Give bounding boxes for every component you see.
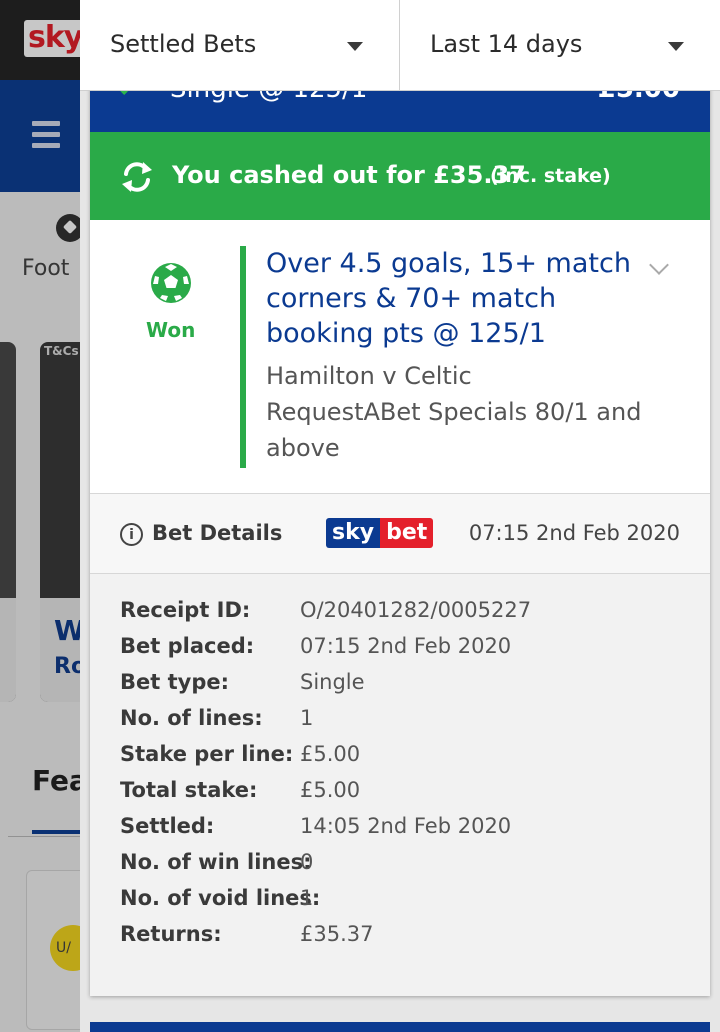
date-range-dropdown[interactable]: Last 14 days	[400, 0, 720, 90]
won-indicator-bar	[240, 246, 246, 468]
info-icon: i	[120, 523, 143, 546]
bet-status-dropdown[interactable]: Settled Bets	[80, 0, 400, 90]
cashout-note: (inc. stake)	[490, 165, 611, 187]
cashout-message: You cashed out for £35.37	[172, 161, 526, 189]
bet-filters: Settled Bets Last 14 days	[80, 0, 720, 91]
bet-status-label: Won	[146, 318, 196, 342]
skybet-logo: sky bet	[326, 518, 434, 548]
next-bet-card[interactable]	[90, 1022, 710, 1032]
my-bets-panel: Settled Bets Last 14 days Single @ 125/1…	[80, 0, 720, 1032]
selection-subtitle: Hamilton v Celtic RequestABet Specials 8…	[266, 358, 666, 466]
receipt-details: Receipt ID: O/20401282/0005227 Bet placed…	[90, 574, 710, 996]
bet-details-bar[interactable]: i Bet Details sky bet 07:15 2nd Feb 2020	[90, 494, 710, 574]
caret-down-icon	[347, 42, 363, 51]
selection-details[interactable]: Won Over 4.5 goals, 15+ match corners & …	[90, 220, 710, 494]
event-name: Hamilton v Celtic	[266, 362, 472, 390]
cashout-banner: You cashed out for £35.37 (inc. stake)	[90, 132, 710, 220]
selection-title: Over 4.5 goals, 15+ match corners & 70+ …	[266, 248, 631, 349]
market-name: RequestABet Specials 80/1 and above	[266, 398, 642, 462]
bet-card: Single @ 125/1 £5.00 You cashed out for …	[90, 60, 710, 996]
caret-down-icon	[668, 42, 684, 51]
bet-details-label: Bet Details	[152, 521, 283, 545]
cashout-arrows-icon	[122, 162, 152, 192]
date-range-value: Last 14 days	[430, 30, 583, 58]
football-icon	[151, 263, 191, 303]
bet-status-value: Settled Bets	[110, 30, 257, 58]
bet-placed-datetime: 07:15 2nd Feb 2020	[468, 521, 680, 545]
